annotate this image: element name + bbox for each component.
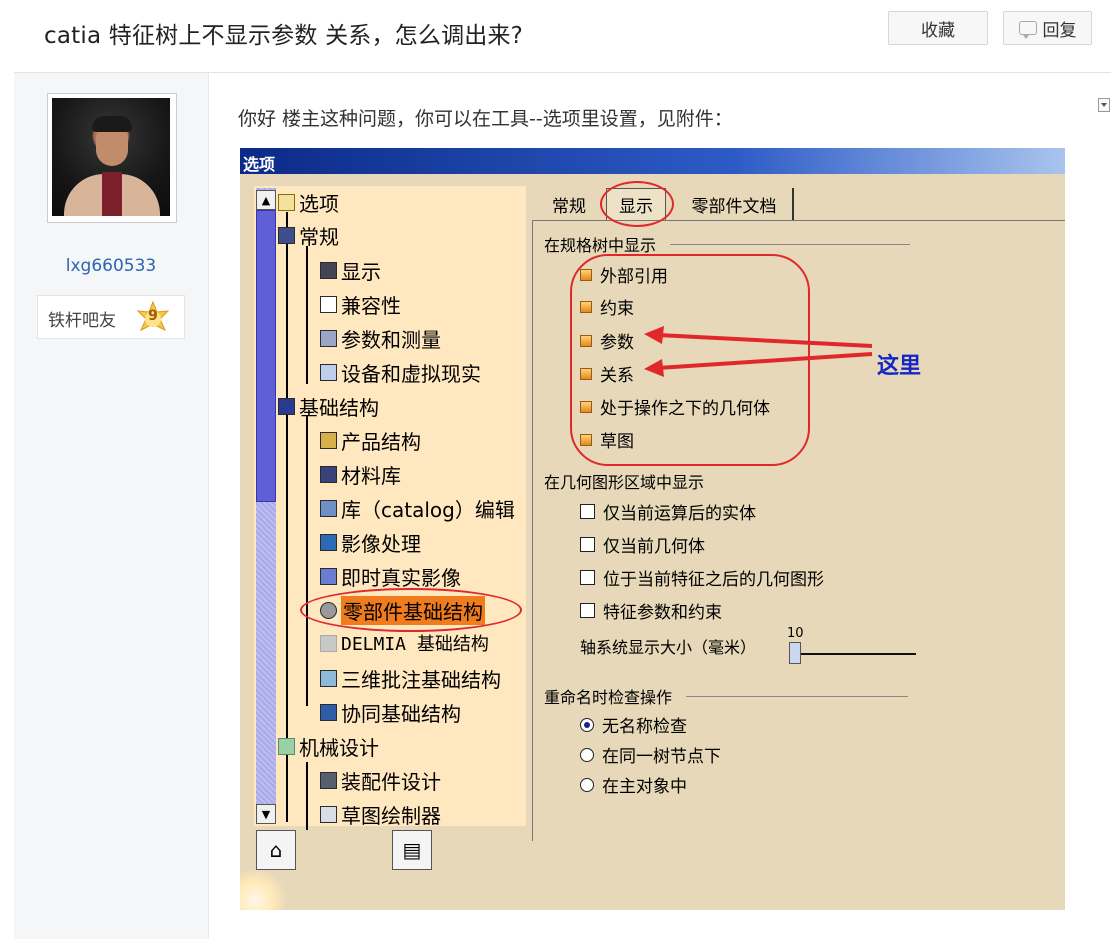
geometry-option-current-body[interactable]: 仅当前几何体 [580, 532, 705, 557]
rename-option-same-node[interactable]: 在同一树节点下 [580, 742, 721, 767]
level-number: 9 [148, 308, 158, 324]
geometry-option-feature-params[interactable]: 特征参数和约束 [580, 598, 722, 623]
tree-item-label: 材料库 [341, 464, 401, 488]
tree-item-label: 选项 [299, 192, 339, 216]
tree-item-label: 常规 [299, 225, 339, 249]
tree-item-label: 产品结构 [341, 430, 421, 454]
comment-icon [1018, 21, 1037, 39]
scroll-up-icon[interactable]: ▲ [256, 190, 276, 210]
tree-item-delmia[interactable]: DELMIA 基础结构 [320, 630, 489, 656]
tree-item-label: 装配件设计 [341, 770, 441, 794]
tree-scrollbar-thumb[interactable] [256, 210, 276, 502]
sketcher-icon [320, 806, 337, 823]
tree-item-label: 设备和虚拟现实 [341, 362, 481, 386]
tree-item-collaboration[interactable]: 协同基础结构 [320, 698, 461, 727]
tree-item-label: 基础结构 [299, 396, 379, 420]
tree-item-catalog-editor[interactable]: 库（catalog）编辑 [320, 494, 515, 523]
general-icon [278, 227, 295, 244]
highlight-ring-display-tab [600, 181, 674, 227]
axis-size-slider-track[interactable] [792, 653, 916, 655]
tree-item-label: 协同基础结构 [341, 702, 461, 726]
parameters-icon [320, 330, 337, 347]
tree-item-3d-annotation[interactable]: 三维批注基础结构 [320, 664, 501, 693]
favorite-button[interactable]: 收藏 [888, 11, 988, 45]
highlight-ring-part-infrastructure [300, 588, 522, 632]
tree-item-label: 库（catalog）编辑 [341, 498, 515, 522]
annotation-arrows-icon [644, 326, 873, 377]
assembly-design-icon [320, 772, 337, 789]
tree-item-general[interactable]: 常规 [278, 221, 339, 250]
avatar-image [52, 98, 170, 216]
options-icon [278, 194, 295, 211]
tree-item-devices[interactable]: 设备和虚拟现实 [320, 358, 481, 387]
tree-item-material-library[interactable]: 材料库 [320, 460, 401, 489]
annotation-3d-icon [320, 670, 337, 687]
reply-button-label: 回复 [1042, 20, 1077, 41]
level-badge[interactable]: 铁杆吧友 9 [37, 295, 185, 339]
thread-title: catia 特征树上不显示参数 关系，怎么调出来? [44, 23, 524, 49]
devices-icon [320, 364, 337, 381]
tree-item-label: 草图绘制器 [341, 804, 441, 828]
tree-item-display[interactable]: 显示 [320, 256, 381, 285]
tree-item-infrastructure[interactable]: 基础结构 [278, 392, 379, 421]
export-options-icon[interactable]: ▤ [392, 830, 432, 870]
axis-size-label: 轴系统显示大小（毫米） [580, 638, 757, 657]
tree-item-label: 显示 [341, 260, 381, 284]
tree-item-parameters[interactable]: 参数和测量 [320, 324, 441, 353]
tree-item-label: DELMIA 基础结构 [341, 634, 489, 655]
display-icon [320, 262, 337, 279]
compatibility-icon [320, 296, 337, 313]
tree-item-root[interactable]: 选项 [278, 188, 339, 217]
reply-button[interactable]: 回复 [1003, 11, 1092, 45]
geometry-option-current-solid[interactable]: 仅当前运算后的实体 [580, 499, 756, 524]
tree-item-realtime-rendering[interactable]: 即时真实影像 [320, 562, 461, 591]
tree-item-label: 影像处理 [341, 532, 421, 556]
tree-item-label: 参数和测量 [341, 328, 441, 352]
collapse-arrow-icon[interactable] [1098, 98, 1110, 112]
geometry-group-title: 在几何图形区域中显示 [544, 473, 705, 492]
tree-item-assembly-design[interactable]: 装配件设计 [320, 766, 441, 795]
decorative-swirl [240, 870, 290, 910]
tree-item-label: 机械设计 [299, 736, 379, 760]
realtime-rendering-icon [320, 568, 337, 585]
options-dialog-titlebar: 选项 [240, 148, 1065, 174]
post-body-text: 你好 楼主这种问题，你可以在工具--选项里设置，见附件： [238, 108, 733, 130]
product-structure-icon [320, 432, 337, 449]
options-dialog-title: 选项 [243, 155, 276, 174]
axis-size-value: 10 [787, 626, 804, 641]
collaboration-icon [320, 704, 337, 721]
tree-item-sketcher[interactable]: 草图绘制器 [320, 800, 441, 829]
infrastructure-icon [278, 398, 295, 415]
material-library-icon [320, 466, 337, 483]
tab-general[interactable]: 常规 [540, 188, 598, 220]
tree-item-compatibility[interactable]: 兼容性 [320, 290, 401, 319]
tree-item-label: 三维批注基础结构 [341, 668, 501, 692]
tree-item-mechanical-design[interactable]: 机械设计 [278, 732, 379, 761]
catalog-editor-icon [320, 500, 337, 517]
geometry-option-after-current[interactable]: 位于当前特征之后的几何图形 [580, 565, 824, 590]
rename-option-main-object[interactable]: 在主对象中 [580, 772, 687, 797]
mechanical-design-icon [278, 738, 295, 755]
tree-item-label: 即时真实影像 [341, 566, 461, 590]
tree-item-product-structure[interactable]: 产品结构 [320, 426, 421, 455]
author-username[interactable]: lxg660533 [14, 256, 208, 276]
tree-item-label: 兼容性 [341, 294, 401, 318]
level-name: 铁杆吧友 [48, 311, 116, 331]
scroll-down-icon[interactable]: ▼ [256, 804, 276, 824]
avatar[interactable] [47, 93, 177, 223]
image-processing-icon [320, 534, 337, 551]
annotation-label: 这里 [877, 354, 922, 379]
tab-part-document[interactable]: 零部件文档 [676, 188, 794, 220]
thread-header: catia 特征树上不显示参数 关系，怎么调出来? 收藏 回复 [14, 0, 1111, 73]
delmia-icon [320, 634, 337, 652]
spec-tree-group-title: 在规格树中显示 [544, 232, 911, 256]
home-icon[interactable]: ⌂ [256, 830, 296, 870]
rename-option-no-check[interactable]: 无名称检查 [580, 712, 687, 737]
axis-size-slider-thumb[interactable] [789, 642, 801, 664]
tree-item-image-processing[interactable]: 影像处理 [320, 528, 421, 557]
rename-group-title: 重命名时检查操作 [544, 684, 909, 708]
attachment-image[interactable]: 选项 ▲ ▼ 选项 常规 显示 兼容性 参数和测量 设备和虚拟现实 基础结构 产… [240, 148, 1065, 910]
